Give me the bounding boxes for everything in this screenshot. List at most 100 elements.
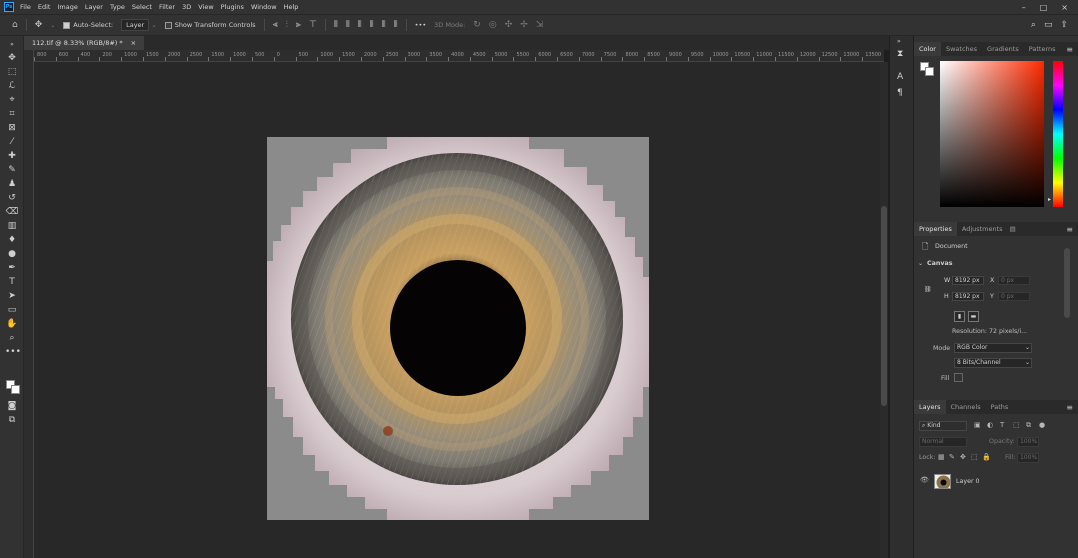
share-icon[interactable]: ⇪ (1060, 20, 1068, 30)
menu-file[interactable]: File (20, 3, 31, 11)
fill-color-swatch[interactable] (954, 373, 963, 382)
more-options-button[interactable]: ••• (415, 21, 427, 29)
layer-kind-filter[interactable]: ⌕ Kind (919, 421, 967, 431)
distribute-5-icon[interactable]: ⦀ (382, 20, 386, 30)
align-left-icon[interactable]: ⫷ (273, 20, 278, 30)
type-filter-icon[interactable]: T (1000, 421, 1004, 429)
menu-view[interactable]: View (198, 3, 213, 11)
shape-filter-icon[interactable]: ⬚ (1013, 421, 1020, 429)
x-input[interactable]: 0 px (998, 276, 1030, 285)
height-input[interactable]: 8192 px (952, 292, 984, 301)
3d-slide-icon[interactable]: ✢ (520, 20, 528, 30)
brush-tool-icon[interactable]: ✎ (5, 164, 19, 177)
workspace-icon[interactable]: ▭ (1044, 20, 1053, 30)
eyedropper-tool-icon[interactable]: ⁄ (5, 136, 19, 149)
zoom-tool-icon[interactable]: ⌕ (5, 332, 19, 345)
tool-preset-chevron-icon[interactable]: ⌄ (50, 22, 55, 29)
menu-help[interactable]: Help (284, 3, 299, 11)
auto-select-checkbox[interactable]: Auto-Select: (63, 21, 113, 29)
blur-tool-icon[interactable]: ♦ (5, 234, 19, 247)
blend-mode-dropdown[interactable]: Normal (919, 437, 967, 447)
lock-pixels-icon[interactable]: ✎ (949, 453, 955, 461)
clone-stamp-tool-icon[interactable]: ♟ (5, 178, 19, 191)
history-panel-icon[interactable]: ⧗ (897, 49, 903, 59)
pixel-filter-icon[interactable]: ▣ (974, 421, 981, 429)
frame-tool-icon[interactable]: ⊠ (5, 122, 19, 135)
tab-adjustments[interactable]: Adjustments (957, 222, 1008, 236)
menu-layer[interactable]: Layer (85, 3, 103, 11)
align-top-icon[interactable]: ⊤ (309, 20, 317, 30)
tab-color[interactable]: Color (914, 42, 941, 56)
tab-properties[interactable]: Properties (914, 222, 957, 236)
color-bg-swatch[interactable] (925, 67, 934, 76)
panel-menu-icon[interactable]: ≡ (1066, 225, 1073, 234)
filter-toggle-icon[interactable]: ● (1039, 421, 1045, 429)
opacity-input[interactable]: 100% (1017, 437, 1039, 447)
character-panel-icon[interactable]: A (897, 72, 903, 82)
document-canvas[interactable] (267, 137, 649, 520)
search-icon[interactable]: ⌕ (1031, 20, 1036, 30)
tab-channels[interactable]: Channels (946, 400, 986, 414)
visibility-eye-icon[interactable]: 👁 (920, 476, 929, 484)
close-tab-icon[interactable]: × (131, 39, 136, 47)
distribute-2-icon[interactable]: ⦀ (346, 20, 350, 30)
3d-pan-icon[interactable]: ✣ (505, 20, 513, 30)
properties-scrollbar[interactable] (1064, 248, 1070, 318)
adjustment-filter-icon[interactable]: ◐ (987, 421, 993, 429)
move-tool-icon[interactable]: ✥ (5, 52, 19, 65)
dodge-tool-icon[interactable]: ● (5, 248, 19, 261)
color-picker-field[interactable] (940, 61, 1044, 207)
distribute-4-icon[interactable]: ⦀ (370, 20, 374, 30)
maximize-button[interactable]: □ (1040, 3, 1048, 12)
layer-row[interactable]: 👁 Layer 0 (914, 472, 1078, 490)
panel-menu-icon[interactable]: ≡ (1066, 403, 1073, 412)
menu-window[interactable]: Window (251, 3, 277, 11)
scrollbar-thumb[interactable] (881, 206, 887, 406)
type-tool-icon[interactable]: T (5, 276, 19, 289)
menu-edit[interactable]: Edit (38, 3, 51, 11)
healing-brush-tool-icon[interactable]: ✚ (5, 150, 19, 163)
hue-slider-handle-icon[interactable]: ▸ (1048, 196, 1051, 203)
landscape-orientation-icon[interactable]: ▬ (968, 311, 979, 322)
y-input[interactable]: 0 px (998, 292, 1030, 301)
portrait-orientation-icon[interactable]: ▮ (954, 311, 965, 322)
distribute-6-icon[interactable]: ⦀ (394, 20, 398, 30)
tab-patterns[interactable]: Patterns (1024, 42, 1061, 56)
rectangle-tool-icon[interactable]: ▭ (5, 304, 19, 317)
paragraph-panel-icon[interactable]: ¶ (897, 88, 903, 98)
distribute-1-icon[interactable]: ⦀ (334, 20, 338, 30)
smart-object-filter-icon[interactable]: ⧉ (1026, 421, 1031, 430)
show-transform-checkbox[interactable]: Show Transform Controls (164, 21, 256, 29)
edit-toolbar-icon[interactable]: ••• (5, 346, 21, 359)
collapse-tools-icon[interactable]: » (5, 38, 19, 51)
pen-tool-icon[interactable]: ✒ (5, 262, 19, 275)
history-brush-tool-icon[interactable]: ↺ (5, 192, 19, 205)
hue-slider[interactable] (1053, 61, 1063, 207)
lock-transparency-icon[interactable]: ▦ (938, 453, 945, 461)
document-tab[interactable]: 112.tif @ 8.33% (RGB/8#) * × (24, 36, 145, 50)
tab-paths[interactable]: Paths (986, 400, 1014, 414)
bit-depth-dropdown[interactable]: 8 Bits/Channel (954, 358, 1032, 368)
tab-swatches[interactable]: Swatches (941, 42, 982, 56)
home-icon[interactable]: ⌂ (12, 20, 18, 30)
path-selection-tool-icon[interactable]: ➤ (5, 290, 19, 303)
menu-select[interactable]: Select (132, 3, 152, 11)
background-color-swatch[interactable] (11, 385, 20, 394)
3d-roll-icon[interactable]: ◎ (489, 20, 497, 30)
eraser-tool-icon[interactable]: ⌫ (5, 206, 19, 219)
auto-select-target-dropdown[interactable]: Layer (121, 19, 150, 31)
align-center-icon[interactable]: ⫶ (286, 20, 288, 30)
lock-position-icon[interactable]: ✥ (960, 453, 966, 461)
width-input[interactable]: 8192 px (952, 276, 984, 285)
layer-fill-input[interactable]: 100% (1017, 453, 1039, 463)
section-chevron-icon[interactable]: ⌄ (918, 260, 923, 267)
link-dimensions-icon[interactable]: ⛓ (924, 286, 932, 293)
lasso-tool-icon[interactable]: ℒ (5, 80, 19, 93)
menu-plugins[interactable]: Plugins (221, 3, 244, 11)
lock-all-icon[interactable]: 🔒 (982, 453, 991, 461)
mode-dropdown[interactable]: RGB Color (954, 343, 1032, 353)
minimize-button[interactable]: – (1022, 3, 1026, 12)
tab-gradients[interactable]: Gradients (982, 42, 1024, 56)
3d-scale-icon[interactable]: ⇲ (536, 20, 544, 30)
3d-rotate-icon[interactable]: ↻ (473, 20, 481, 30)
